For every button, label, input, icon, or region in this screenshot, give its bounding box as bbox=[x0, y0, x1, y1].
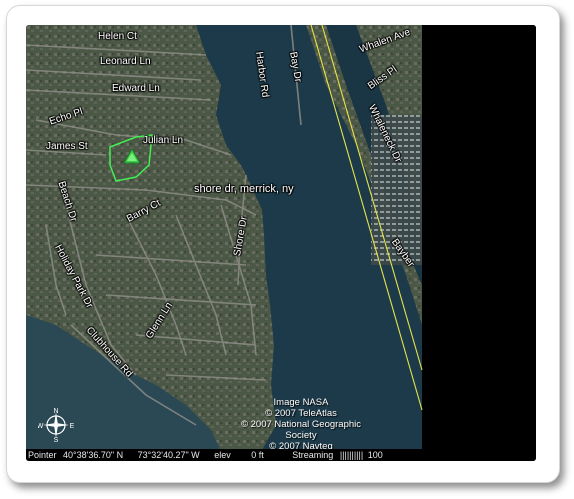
compass-rose-icon[interactable]: N S E W bbox=[38, 407, 74, 443]
streaming-progress: |||||||||| bbox=[339, 450, 364, 460]
imagery-credits: Image NASA © 2007 TeleAtlas © 2007 Natio… bbox=[226, 397, 376, 452]
street-label-edward-ln: Edward Ln bbox=[112, 83, 160, 94]
street-label-leonard-ln: Leonard Ln bbox=[100, 56, 151, 67]
compass-e: E bbox=[70, 423, 74, 430]
location-label: shore dr, merrick, ny bbox=[194, 183, 294, 195]
streaming-label: Streaming bbox=[292, 450, 334, 460]
credit-line: © 2007 TeleAtlas bbox=[265, 408, 337, 419]
pointer-label: Pointer bbox=[28, 450, 57, 460]
compass-s: S bbox=[54, 437, 59, 443]
streaming-percent: 100 bbox=[367, 450, 383, 460]
compass-w: W bbox=[38, 423, 44, 430]
satellite-image bbox=[26, 25, 536, 461]
map-viewport[interactable]: Helen Ct Leonard Ln Edward Ln Echo Pl Ja… bbox=[26, 25, 536, 461]
street-label-julian-ln: Julian Ln bbox=[143, 135, 184, 146]
credit-line: © 2007 National Geographic Society bbox=[240, 419, 362, 441]
elevation-value: 0 ft bbox=[251, 450, 264, 460]
pointer-latitude: 40°38'36.70" N bbox=[63, 450, 124, 460]
park-tree-icon[interactable] bbox=[124, 149, 140, 167]
street-label-james-st: James St bbox=[46, 141, 88, 152]
street-label-helen-ct: Helen Ct bbox=[98, 31, 137, 42]
elevation-label: elev bbox=[214, 450, 231, 460]
status-bar: Pointer 40°38'36.70" N 73°32'40.27" W el… bbox=[26, 449, 422, 461]
pointer-longitude: 73°32'40.27" W bbox=[137, 450, 200, 460]
credit-line: Image NASA bbox=[273, 397, 329, 408]
compass-n: N bbox=[53, 408, 58, 415]
